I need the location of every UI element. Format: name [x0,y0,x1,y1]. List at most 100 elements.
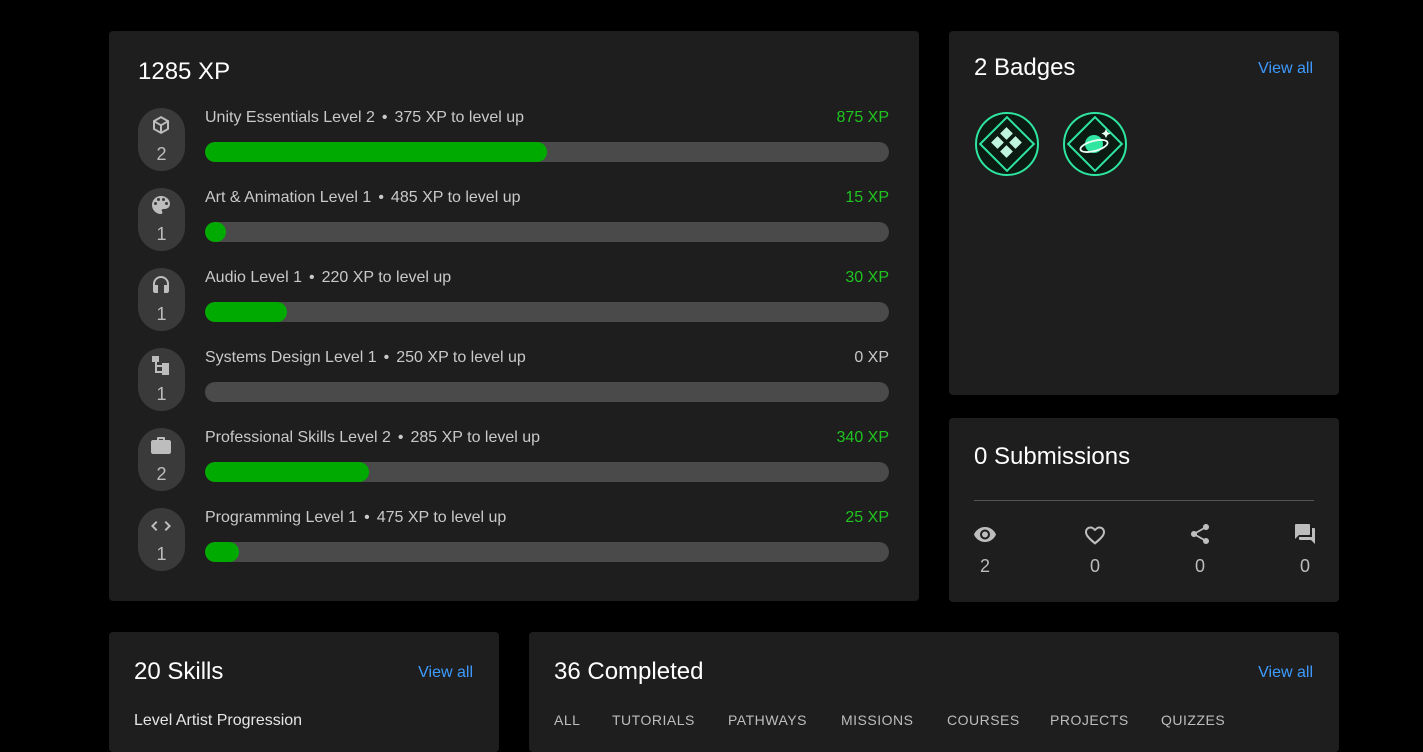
level-badge: 2 [138,428,185,491]
skill-xp-value: 875 XP [836,109,889,126]
xp-progress-fill [205,542,240,562]
level-number: 1 [156,304,167,324]
palette-icon [152,196,170,214]
planet-badge-icon[interactable] [1062,111,1128,177]
xp-to-level-up: 285 XP to level up [410,429,541,446]
eye-icon [974,527,996,542]
tab-tutorials[interactable]: TUTORIALS [612,712,695,728]
unity-cube-icon [153,116,169,134]
likes-count: 0 [1089,556,1100,576]
xp-progress-bar [205,542,889,562]
views-stat: 2 [965,522,1005,577]
skills-card: 20 Skills View all Level Artist Progress… [109,632,499,752]
comments-stat: 0 [1285,522,1325,577]
level-badge: 1 [138,348,185,411]
level-number: 2 [156,144,167,164]
skill-level-label: Unity Essentials Level 2 • 375 XP to level… [205,109,524,127]
heart-icon [1085,526,1105,545]
xp-total-title: 1285 XP [138,58,231,85]
shares-stat: 0 [1180,522,1220,577]
level-number: 1 [156,544,167,564]
level-badge: 1 [138,508,185,571]
xp-progress-bar [205,462,889,482]
tab-projects[interactable]: PROJECTS [1050,712,1129,728]
skill-level-label: Audio Level 1 • 220 XP to level up [205,269,451,287]
separator-dot: • [381,109,388,126]
skill-name: Audio Level 1 [205,269,302,286]
xp-skill-row: 1 Art & Animation Level 1 • 485 XP to level… [109,188,919,252]
skill-name: Programming Level 1 [205,509,358,526]
separator-dot: • [378,189,384,206]
hierarchy-icon [152,356,169,375]
badges-view-all-link[interactable]: View all [1258,60,1313,78]
xp-progress-fill [205,142,547,162]
views-count: 2 [979,556,990,576]
skill-level-label: Systems Design Level 1 • 250 XP to level u… [205,349,526,367]
shares-count: 0 [1194,556,1205,576]
skill-level-label: Art & Animation Level 1 • 485 XP to level … [205,189,521,207]
briefcase-icon [151,437,171,454]
submissions-title: 0 Submissions [974,443,1131,470]
skill-level-label: Professional Skills Level 2 • 285 XP to le… [205,429,540,447]
skill-xp-value: 0 XP [854,349,889,366]
divider [974,500,1314,501]
badges-card: 2 Badges View all [949,31,1339,395]
xp-skill-row: 1 Programming Level 1 • 475 XP to level up 2… [109,508,919,572]
xp-skill-row: 1 Audio Level 1 • 220 XP to level up 30 XP [109,268,919,332]
xp-to-level-up: 375 XP to level up [394,109,525,126]
skill-name: Systems Design Level 1 [205,349,377,366]
tab-missions[interactable]: MISSIONS [841,712,913,728]
tab-courses[interactable]: COURSES [947,712,1020,728]
tab-pathways[interactable]: PATHWAYS [728,712,807,728]
skill-name: Professional Skills Level 2 [205,429,391,446]
completed-view-all-link[interactable]: View all [1258,664,1313,682]
xp-progress-fill [205,302,288,322]
completed-title: 36 Completed [554,658,704,685]
submissions-card: 0 Submissions 2 0 0 0 [949,418,1339,602]
separator-dot: • [397,429,404,446]
code-icon [151,521,171,531]
xp-skill-row: 2 Unity Essentials Level 2 • 375 XP to leve… [109,108,919,172]
xp-to-level-up: 250 XP to level up [396,349,526,366]
xp-skill-row: 2 Professional Skills Level 2 • 285 XP to l… [109,428,919,492]
skill-level-label: Programming Level 1 • 475 XP to level up [205,509,506,527]
skill-name: Unity Essentials Level 2 [205,109,375,126]
xp-progress-bar [205,222,889,242]
badges-title: 2 Badges [974,54,1076,81]
xp-to-level-up: 475 XP to level up [376,509,507,526]
comments-count: 0 [1299,556,1310,576]
level-number: 1 [156,384,167,404]
xp-card: 1285 XP 2 Unity Essentials Level 2 • 375 XP… [109,31,919,601]
skill-name: Art & Animation Level 1 [205,189,372,206]
skill-xp-value: 340 XP [836,429,889,446]
skills-title: 20 Skills [134,658,224,685]
xp-skill-row: 1 Systems Design Level 1 • 250 XP to level … [109,348,919,412]
comment-icon [1295,524,1315,544]
skill-list-item[interactable]: Level Artist Progression [134,712,302,730]
level-number: 1 [156,224,167,244]
xp-progress-fill [205,222,226,242]
level-badge: 2 [138,108,185,171]
tab-all[interactable]: ALL [554,712,580,728]
xp-progress-fill [205,462,370,482]
separator-dot: • [308,269,315,286]
likes-stat: 0 [1075,522,1115,577]
xp-progress-bar [205,142,889,162]
headphones-icon [153,276,169,293]
xp-to-level-up: 485 XP to level up [390,189,521,206]
separator-dot: • [364,509,370,526]
xp-progress-bar [205,382,889,402]
level-badge: 1 [138,268,185,331]
skills-view-all-link[interactable]: View all [418,664,473,682]
diamond-grid-badge-icon[interactable] [974,111,1040,177]
skill-xp-value: 25 XP [845,509,889,526]
xp-to-level-up: 220 XP to level up [321,269,452,286]
skill-xp-value: 30 XP [845,269,889,286]
completed-card: 36 Completed View all ALL TUTORIALS PATH… [529,632,1339,752]
level-number: 2 [156,464,167,484]
xp-progress-bar [205,302,889,322]
share-icon [1191,524,1209,544]
tab-quizzes[interactable]: QUIZZES [1161,712,1225,728]
skill-xp-value: 15 XP [845,189,889,206]
level-badge: 1 [138,188,185,251]
